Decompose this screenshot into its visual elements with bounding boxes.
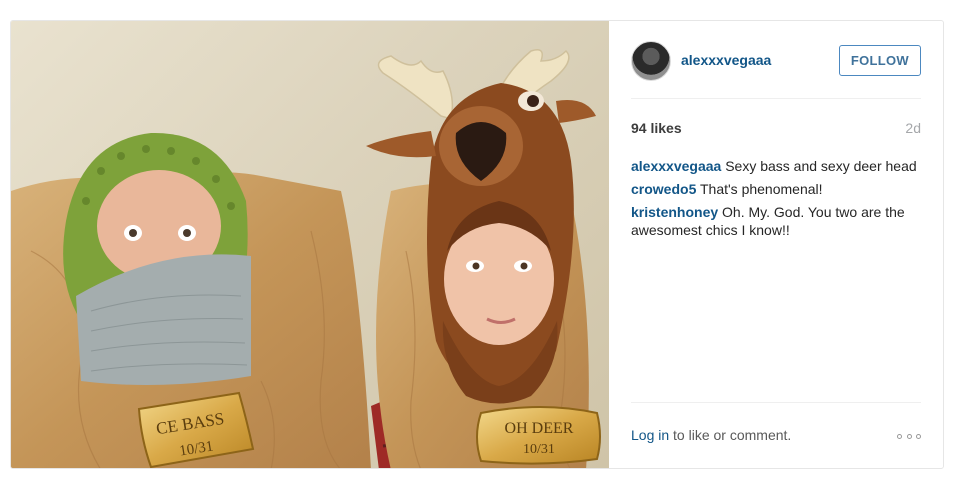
deer-right-ear — [556, 100, 596, 123]
dot — [897, 433, 902, 439]
right-plate-date: 10/31 — [523, 442, 555, 457]
login-prompt: Log in to like or comment. — [631, 427, 921, 443]
likes-count[interactable]: 94 likes — [631, 120, 682, 136]
post-photo[interactable]: CE BASS 10/31 OH DEER 10/31 — [11, 21, 609, 468]
header-username-link[interactable]: alexxxvegaaa — [681, 52, 771, 68]
comment-item: crowedo5 That's phenomenal! — [631, 180, 923, 198]
divider-top — [631, 98, 921, 99]
comment-author-link[interactable]: crowedo5 — [631, 181, 696, 197]
user-avatar[interactable] — [631, 41, 671, 81]
post-footer: Log in to like or comment. — [631, 427, 921, 447]
dot — [916, 433, 921, 439]
divider-bottom — [631, 402, 921, 403]
ellipsis-icon[interactable] — [897, 432, 921, 440]
post-card: CE BASS 10/31 OH DEER 10/31 alexxxvegaaa… — [10, 20, 944, 469]
left-antler — [377, 55, 454, 120]
deer-left-ear — [366, 131, 436, 158]
post-header: alexxxvegaaa FOLLOW — [631, 41, 921, 81]
comment-text: Sexy bass and sexy deer head — [725, 158, 917, 174]
comment-item: kristenhoney Oh. My. God. You two are th… — [631, 203, 923, 239]
comment-item: alexxxvegaaa Sexy bass and sexy deer hea… — [631, 157, 923, 175]
follow-button[interactable]: FOLLOW — [838, 45, 921, 76]
comments-list: alexxxvegaaa Sexy bass and sexy deer hea… — [631, 157, 923, 244]
post-sidebar: alexxxvegaaa FOLLOW 94 likes 2d alexxxve… — [609, 21, 943, 468]
login-suffix-text: to like or comment. — [669, 427, 792, 443]
right-plate-text: OH DEER — [505, 420, 574, 437]
dot — [906, 433, 912, 439]
comment-text: That's phenomenal! — [700, 181, 823, 197]
login-link[interactable]: Log in — [631, 427, 669, 443]
comment-author-link[interactable]: kristenhoney — [631, 204, 718, 220]
comment-author-link[interactable]: alexxxvegaaa — [631, 158, 721, 174]
post-timestamp[interactable]: 2d — [905, 120, 921, 136]
photo-illustration: CE BASS 10/31 OH DEER 10/31 — [11, 49, 601, 468]
